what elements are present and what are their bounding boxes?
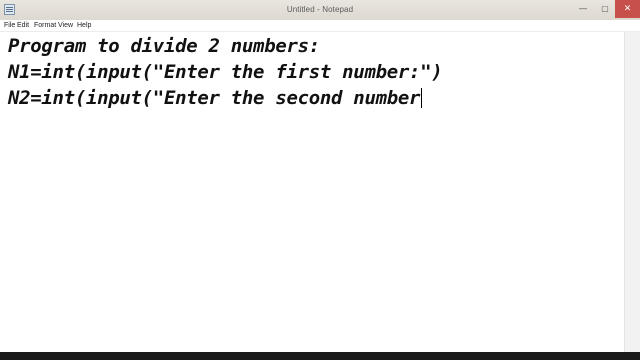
editor-line-2-text: N1=int(input("Enter the first number:") [8,61,443,83]
maximize-icon[interactable]: ▢ [595,0,615,18]
bottom-edge [0,352,640,360]
editor-line-1: Program to divide 2 numbers: [8,35,320,57]
menu-bar: File Edit Format View Help [0,20,640,32]
menu-item-help[interactable]: Help [77,21,91,30]
editor-line-3: N2=int(input("Enter the second number [8,87,423,109]
menu-item-format[interactable]: Format [34,21,56,30]
title-bar[interactable]: Untitled - Notepad — ▢ ✕ [0,0,640,21]
text-caret [421,88,423,108]
close-icon[interactable]: ✕ [615,0,640,18]
notepad-window: Untitled - Notepad — ▢ ✕ File Edit Forma… [0,0,640,360]
editor-line-3-text: N2=int(input("Enter the second number [8,87,421,109]
editor-line-1-text: Program to divide 2 numbers: [8,35,320,57]
menu-item-view[interactable]: View [58,21,73,30]
menu-item-file[interactable]: File [4,21,15,30]
menu-item-edit[interactable]: Edit [17,21,29,30]
text-editor-area[interactable]: Program to divide 2 numbers: N1=int(inpu… [0,32,624,352]
editor-line-2: N1=int(input("Enter the first number:") [8,61,443,83]
vertical-scrollbar[interactable] [624,32,640,352]
window-title: Untitled - Notepad [286,5,354,14]
minimize-icon[interactable]: — [572,0,594,18]
